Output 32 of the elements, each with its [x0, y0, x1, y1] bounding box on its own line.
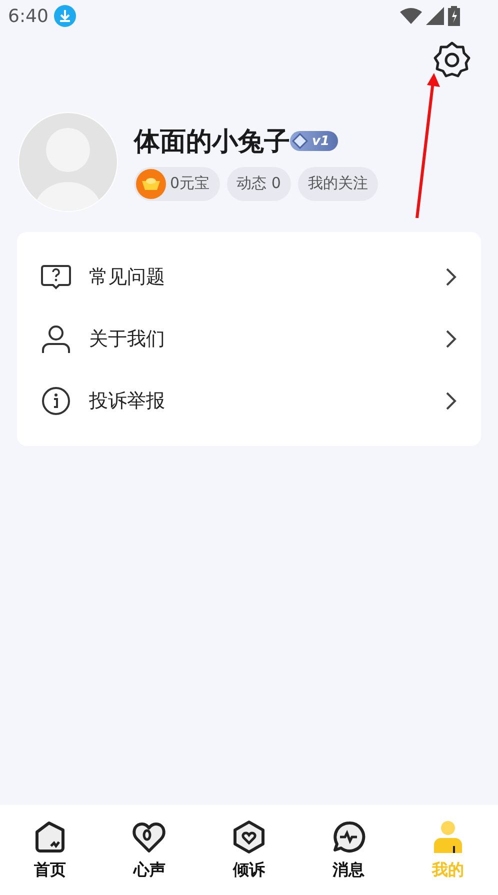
chevron-icon: [445, 267, 457, 287]
signal-icon: [426, 7, 444, 25]
nav-tab[interactable]: 倾诉: [199, 805, 299, 895]
house-icon: [32, 820, 67, 854]
menu-label: 关于我们: [89, 327, 166, 352]
ingot-coin-icon: [136, 168, 166, 198]
chat-pulse-icon: [332, 820, 366, 854]
person-icon: [41, 324, 71, 354]
profile-chip[interactable]: 动态 0: [226, 166, 291, 200]
settings-icon[interactable]: [432, 40, 472, 80]
info-icon: [41, 386, 71, 416]
nav-tab[interactable]: 首页: [0, 805, 100, 895]
menu-item[interactable]: 投诉举报: [17, 370, 481, 432]
download-icon: [54, 5, 76, 27]
menu-label: 投诉举报: [89, 389, 166, 414]
status-time: 6:40: [8, 6, 48, 26]
heart-icon: [132, 820, 166, 854]
level-badge: v1: [290, 131, 338, 151]
menu-item[interactable]: 常见问题: [17, 246, 481, 308]
nav-tab[interactable]: 心声: [100, 805, 200, 895]
wifi-icon: [400, 8, 422, 24]
nav-tab[interactable]: 消息: [298, 805, 398, 895]
profile-chip[interactable]: 我的关注: [298, 166, 378, 200]
hexagon-heart-icon: [232, 820, 266, 854]
menu-item[interactable]: 关于我们: [17, 308, 481, 370]
chevron-icon: [445, 329, 457, 349]
profile-chip[interactable]: 0元宝: [134, 166, 220, 200]
battery-icon: [448, 6, 460, 26]
chevron-icon: [445, 391, 457, 411]
menu-label: 常见问题: [89, 265, 166, 290]
question-icon: [41, 264, 71, 290]
user-name: 体面的小兔子: [134, 126, 290, 158]
